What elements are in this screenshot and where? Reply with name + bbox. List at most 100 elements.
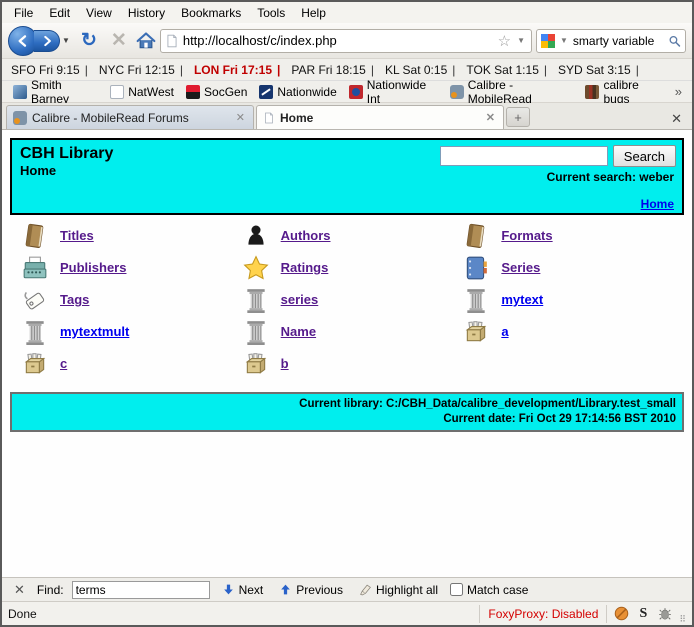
findbar-close-icon[interactable]: ✕ xyxy=(10,582,29,598)
c-link[interactable]: c xyxy=(60,356,67,371)
stop-icon[interactable]: ✕ xyxy=(106,29,132,52)
forward-button[interactable] xyxy=(34,29,60,52)
bookmark-calibre-bugs[interactable]: calibre bugs xyxy=(580,77,668,107)
a-link[interactable]: a xyxy=(501,324,508,339)
current-date-text: Current date: Fri Oct 29 17:14:56 BST 20… xyxy=(443,412,676,425)
b-link[interactable]: b xyxy=(281,356,289,371)
page-icon xyxy=(265,112,273,123)
bookmark-calibre-mobileread[interactable]: Calibre - MobileRead xyxy=(445,77,579,107)
new-tab-button[interactable]: + xyxy=(506,107,530,127)
timezone-syd: SYD Sat 3:15 xyxy=(558,62,631,77)
google-engine-icon[interactable] xyxy=(541,33,555,48)
series-link[interactable]: Series xyxy=(501,260,540,275)
timezone-nyc: NYC Fri 12:15 xyxy=(98,62,175,77)
formats-link[interactable]: Formats xyxy=(501,228,552,243)
highlight-all-button[interactable]: Highlight all xyxy=(355,582,442,598)
home-link[interactable]: Home xyxy=(641,197,674,211)
url-bar[interactable]: ☆ ▼ xyxy=(159,28,532,53)
bookmark-natwest[interactable]: NatWest xyxy=(105,84,179,100)
match-case-checkbox[interactable] xyxy=(450,583,464,596)
notebook-icon xyxy=(467,256,488,279)
ratings-link[interactable]: Ratings xyxy=(281,260,329,275)
column-icon xyxy=(246,320,265,345)
search-button[interactable]: Search xyxy=(612,145,676,167)
back-arrow-icon xyxy=(18,34,27,47)
highlight-all-label: Highlight all xyxy=(375,582,439,597)
timezone-sfo: SFO Fri 9:15 xyxy=(11,62,80,77)
bookmark-smith-barney[interactable]: Smith Barney xyxy=(8,77,103,107)
bookmark-socgen[interactable]: SocGen xyxy=(181,84,252,100)
titles-link[interactable]: Titles xyxy=(60,228,94,243)
grid-item-titles: Titles xyxy=(22,223,243,248)
drawer-icon xyxy=(466,320,487,342)
bookmark-nationwide-int[interactable]: Nationwide Int xyxy=(344,77,443,107)
separator: | xyxy=(84,62,88,77)
menu-history[interactable]: History xyxy=(120,4,173,22)
smith-barney-favicon xyxy=(13,84,27,99)
menu-view[interactable]: View xyxy=(78,4,120,22)
urlbar-dropdown-icon[interactable]: ▼ xyxy=(515,36,527,45)
bookmarks-overflow-chevron[interactable]: » xyxy=(671,84,686,99)
column-icon xyxy=(26,320,44,345)
timezone-kl: KL Sat 0:15 xyxy=(384,62,448,77)
bookmark-label: SocGen xyxy=(204,84,248,99)
tags-link[interactable]: Tags xyxy=(60,292,89,307)
separator: | xyxy=(370,62,374,77)
publishers-link[interactable]: Publishers xyxy=(60,260,126,275)
socgen-favicon xyxy=(186,84,201,99)
find-input[interactable] xyxy=(71,580,210,599)
grid-item-series-custom: series xyxy=(243,287,464,313)
resize-grip[interactable]: ⠿ xyxy=(679,614,686,625)
mytext-link[interactable]: mytext xyxy=(501,292,543,307)
bookmark-star-icon[interactable]: ☆ xyxy=(498,32,511,50)
separator: | xyxy=(635,62,639,77)
firebug-icon[interactable] xyxy=(657,606,673,622)
url-input[interactable] xyxy=(182,33,494,48)
web-search-input[interactable] xyxy=(572,33,665,48)
library-search: Search xyxy=(439,145,676,167)
authors-link[interactable]: Authors xyxy=(281,228,331,243)
bookmark-label: Nationwide Int xyxy=(366,77,427,106)
library-search-input[interactable] xyxy=(439,146,608,166)
browser-window: File Edit View History Bookmarks Tools H… xyxy=(0,0,694,627)
tab-close-icon[interactable]: ✕ xyxy=(484,111,497,124)
home-icon[interactable] xyxy=(136,31,156,51)
stylish-icon[interactable]: S xyxy=(635,606,651,622)
magnifier-icon[interactable] xyxy=(668,34,681,48)
category-grid: Titles Authors Formats Publishers Rating… xyxy=(22,223,684,376)
history-dropdown-icon[interactable]: ▼ xyxy=(60,30,72,52)
menu-bookmarks[interactable]: Bookmarks xyxy=(173,4,249,22)
foxyproxy-status[interactable]: FoxyProxy: Disabled xyxy=(479,604,608,623)
grid-item-formats: Formats xyxy=(463,223,684,248)
mytextmult-link[interactable]: mytextmult xyxy=(60,324,129,339)
page-icon xyxy=(167,34,177,47)
timezone-par: PAR Fri 18:15 xyxy=(291,62,366,77)
bookmark-nationwide[interactable]: Nationwide xyxy=(254,84,341,100)
find-previous-label: Previous xyxy=(296,582,343,597)
search-engine-dropdown-icon[interactable]: ▼ xyxy=(558,36,570,45)
bookmark-label: Smith Barney xyxy=(31,77,70,106)
find-next-button[interactable]: Next xyxy=(218,582,268,598)
tab-home[interactable]: Home ✕ xyxy=(256,105,504,129)
tab-close-icon[interactable]: ✕ xyxy=(234,111,247,124)
current-library-text: Current library: C:/CBH_Data/calibre_dev… xyxy=(299,398,676,410)
name-link[interactable]: Name xyxy=(281,324,316,339)
timezone-tok: TOK Sat 1:15 xyxy=(466,62,539,77)
tabstrip-close-icon[interactable]: ✕ xyxy=(671,111,688,129)
tab-bar: Calibre - MobileRead Forums ✕ Home ✕ + ✕ xyxy=(2,103,692,130)
find-next-label: Next xyxy=(238,582,264,597)
natwest-favicon xyxy=(110,84,125,99)
menu-edit[interactable]: Edit xyxy=(41,4,78,22)
find-previous-button[interactable]: Previous xyxy=(275,582,347,598)
menu-file[interactable]: File xyxy=(6,4,41,22)
tab-calibre-mobileread-forums[interactable]: Calibre - MobileRead Forums ✕ xyxy=(6,105,254,129)
drawer-icon xyxy=(245,352,266,374)
tab-favicon xyxy=(13,110,27,125)
foxyproxy-icon[interactable] xyxy=(613,606,629,622)
web-search-box[interactable]: ▼ xyxy=(536,28,686,53)
menu-tools[interactable]: Tools xyxy=(249,4,293,22)
series-custom-link[interactable]: series xyxy=(281,292,319,307)
menu-help[interactable]: Help xyxy=(293,4,334,22)
reload-icon[interactable]: ↻ xyxy=(76,29,102,52)
match-case-option: Match case xyxy=(450,583,528,597)
